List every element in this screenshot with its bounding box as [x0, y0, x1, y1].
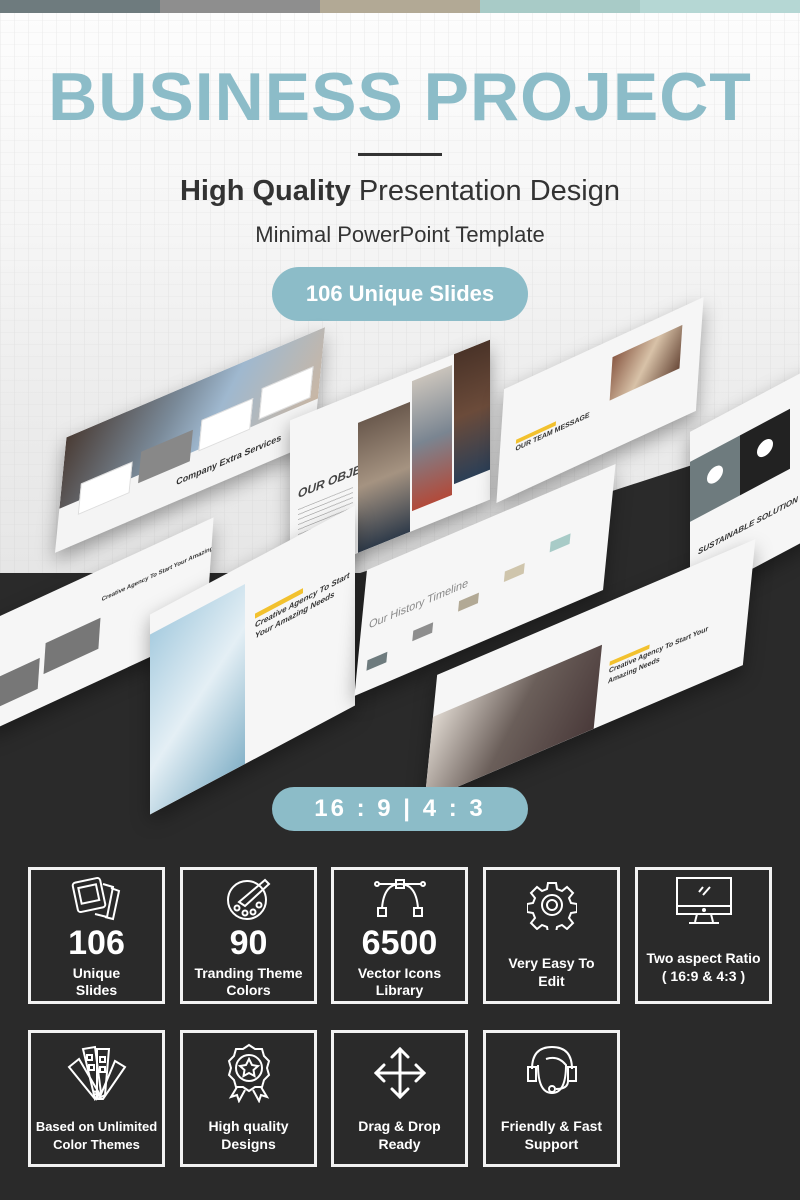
palette-swatch-1 — [0, 0, 160, 13]
palette-swatch-5 — [640, 0, 800, 13]
timeline-arrow-2018 — [549, 533, 571, 553]
palette-strip — [0, 0, 800, 13]
feature-label-line1: Drag & Drop — [358, 1118, 441, 1134]
feature-number: 90 — [229, 924, 268, 962]
headset-support-icon — [526, 1045, 577, 1095]
unique-slides-badge: 106 Unique Slides — [272, 267, 528, 321]
aspect-ratio-badge: 16 : 9 | 4 : 3 — [272, 787, 528, 831]
feature-label-line2: Support — [524, 1136, 579, 1152]
photo-collage — [454, 339, 490, 485]
feature-label-line1: Tranding Theme — [194, 965, 303, 981]
profile-card — [0, 657, 40, 712]
feature-label-line2: Color Themes — [53, 1137, 140, 1152]
feature-card-color-themes: Based on Unlimited Color Themes — [28, 1030, 165, 1167]
feature-card-support: Friendly & Fast Support — [483, 1030, 620, 1167]
palette-swatch-3 — [320, 0, 480, 13]
feature-card-theme-colors: 90 Tranding Theme Colors — [180, 867, 317, 1004]
feature-label-line1: Vector Icons — [357, 965, 442, 981]
feature-label-line2: Colors — [226, 982, 271, 998]
subtitle-bold: High Quality — [179, 175, 351, 207]
feature-card-vector-icons: 6500 Vector Icons Library — [331, 867, 468, 1004]
feature-label-line1: High quality — [208, 1118, 289, 1134]
timeline-arrow-2017 — [503, 563, 525, 583]
photo-collage — [358, 401, 410, 553]
move-arrows-icon — [373, 1046, 426, 1100]
palette-swatch-4 — [480, 0, 640, 13]
profile-card — [43, 617, 101, 675]
feature-label-line1: Two aspect Ratio — [646, 950, 761, 966]
feature-card-high-quality: High quality Designs — [180, 1030, 317, 1167]
feature-card-drag-drop: Drag & Drop Ready — [331, 1030, 468, 1167]
timeline-heading: Our History Timeline — [368, 576, 469, 632]
template-subtitle: Minimal PowerPoint Template — [255, 222, 545, 247]
timeline-arrow-2015 — [412, 622, 434, 642]
monitor-icon — [675, 877, 732, 924]
badge-star-icon — [227, 1043, 270, 1103]
agency-right-line1: Creative Agency To Start Your — [608, 625, 709, 676]
feature-label-line2: Slides — [75, 982, 118, 998]
agency-mid-line1: Creative Agency To Start — [255, 570, 350, 630]
page-title: BUSINESS PROJECT — [48, 59, 752, 135]
title-divider — [358, 153, 442, 156]
feature-label-line2: Designs — [221, 1136, 276, 1152]
timeline-arrow-2016 — [458, 592, 479, 612]
feature-label-line1: Unique — [72, 965, 121, 981]
feature-label-line2: Edit — [538, 973, 565, 989]
palette-swatch-2 — [160, 0, 320, 13]
feature-label-line1: Very Easy To — [508, 955, 595, 971]
feature-number: 6500 — [361, 924, 438, 962]
subtitle-rest: Presentation Design — [350, 175, 620, 207]
feature-label-line2: Ready — [378, 1136, 421, 1152]
feature-card-unique-slides: 106 Unique Slides — [28, 867, 165, 1004]
feature-label-line1: Based on Unlimited — [35, 1119, 158, 1134]
subtitle: High Quality Presentation Design — [0, 175, 800, 208]
gear-icon — [526, 882, 577, 930]
feature-number: 106 — [68, 924, 125, 962]
color-swatch-icon — [67, 1045, 126, 1101]
team-heading: OUR TEAM MESSAGE — [515, 411, 590, 454]
vector-curve-icon — [373, 879, 426, 917]
feature-card-aspect-ratio: Two aspect Ratio ( 16:9 & 4:3 ) — [635, 867, 772, 1004]
team-photo — [609, 324, 683, 401]
timeline-arrow-2014 — [366, 651, 388, 671]
photo-collage — [412, 364, 452, 512]
feature-card-easy-edit: Very Easy To Edit — [483, 867, 620, 1004]
feature-label-line1: Friendly & Fast — [500, 1118, 603, 1134]
feature-label-line2: Library — [375, 982, 424, 998]
slides-icon — [71, 876, 120, 921]
palette-icon — [226, 878, 270, 920]
feature-label-line2: ( 16:9 & 4:3 ) — [661, 968, 746, 984]
